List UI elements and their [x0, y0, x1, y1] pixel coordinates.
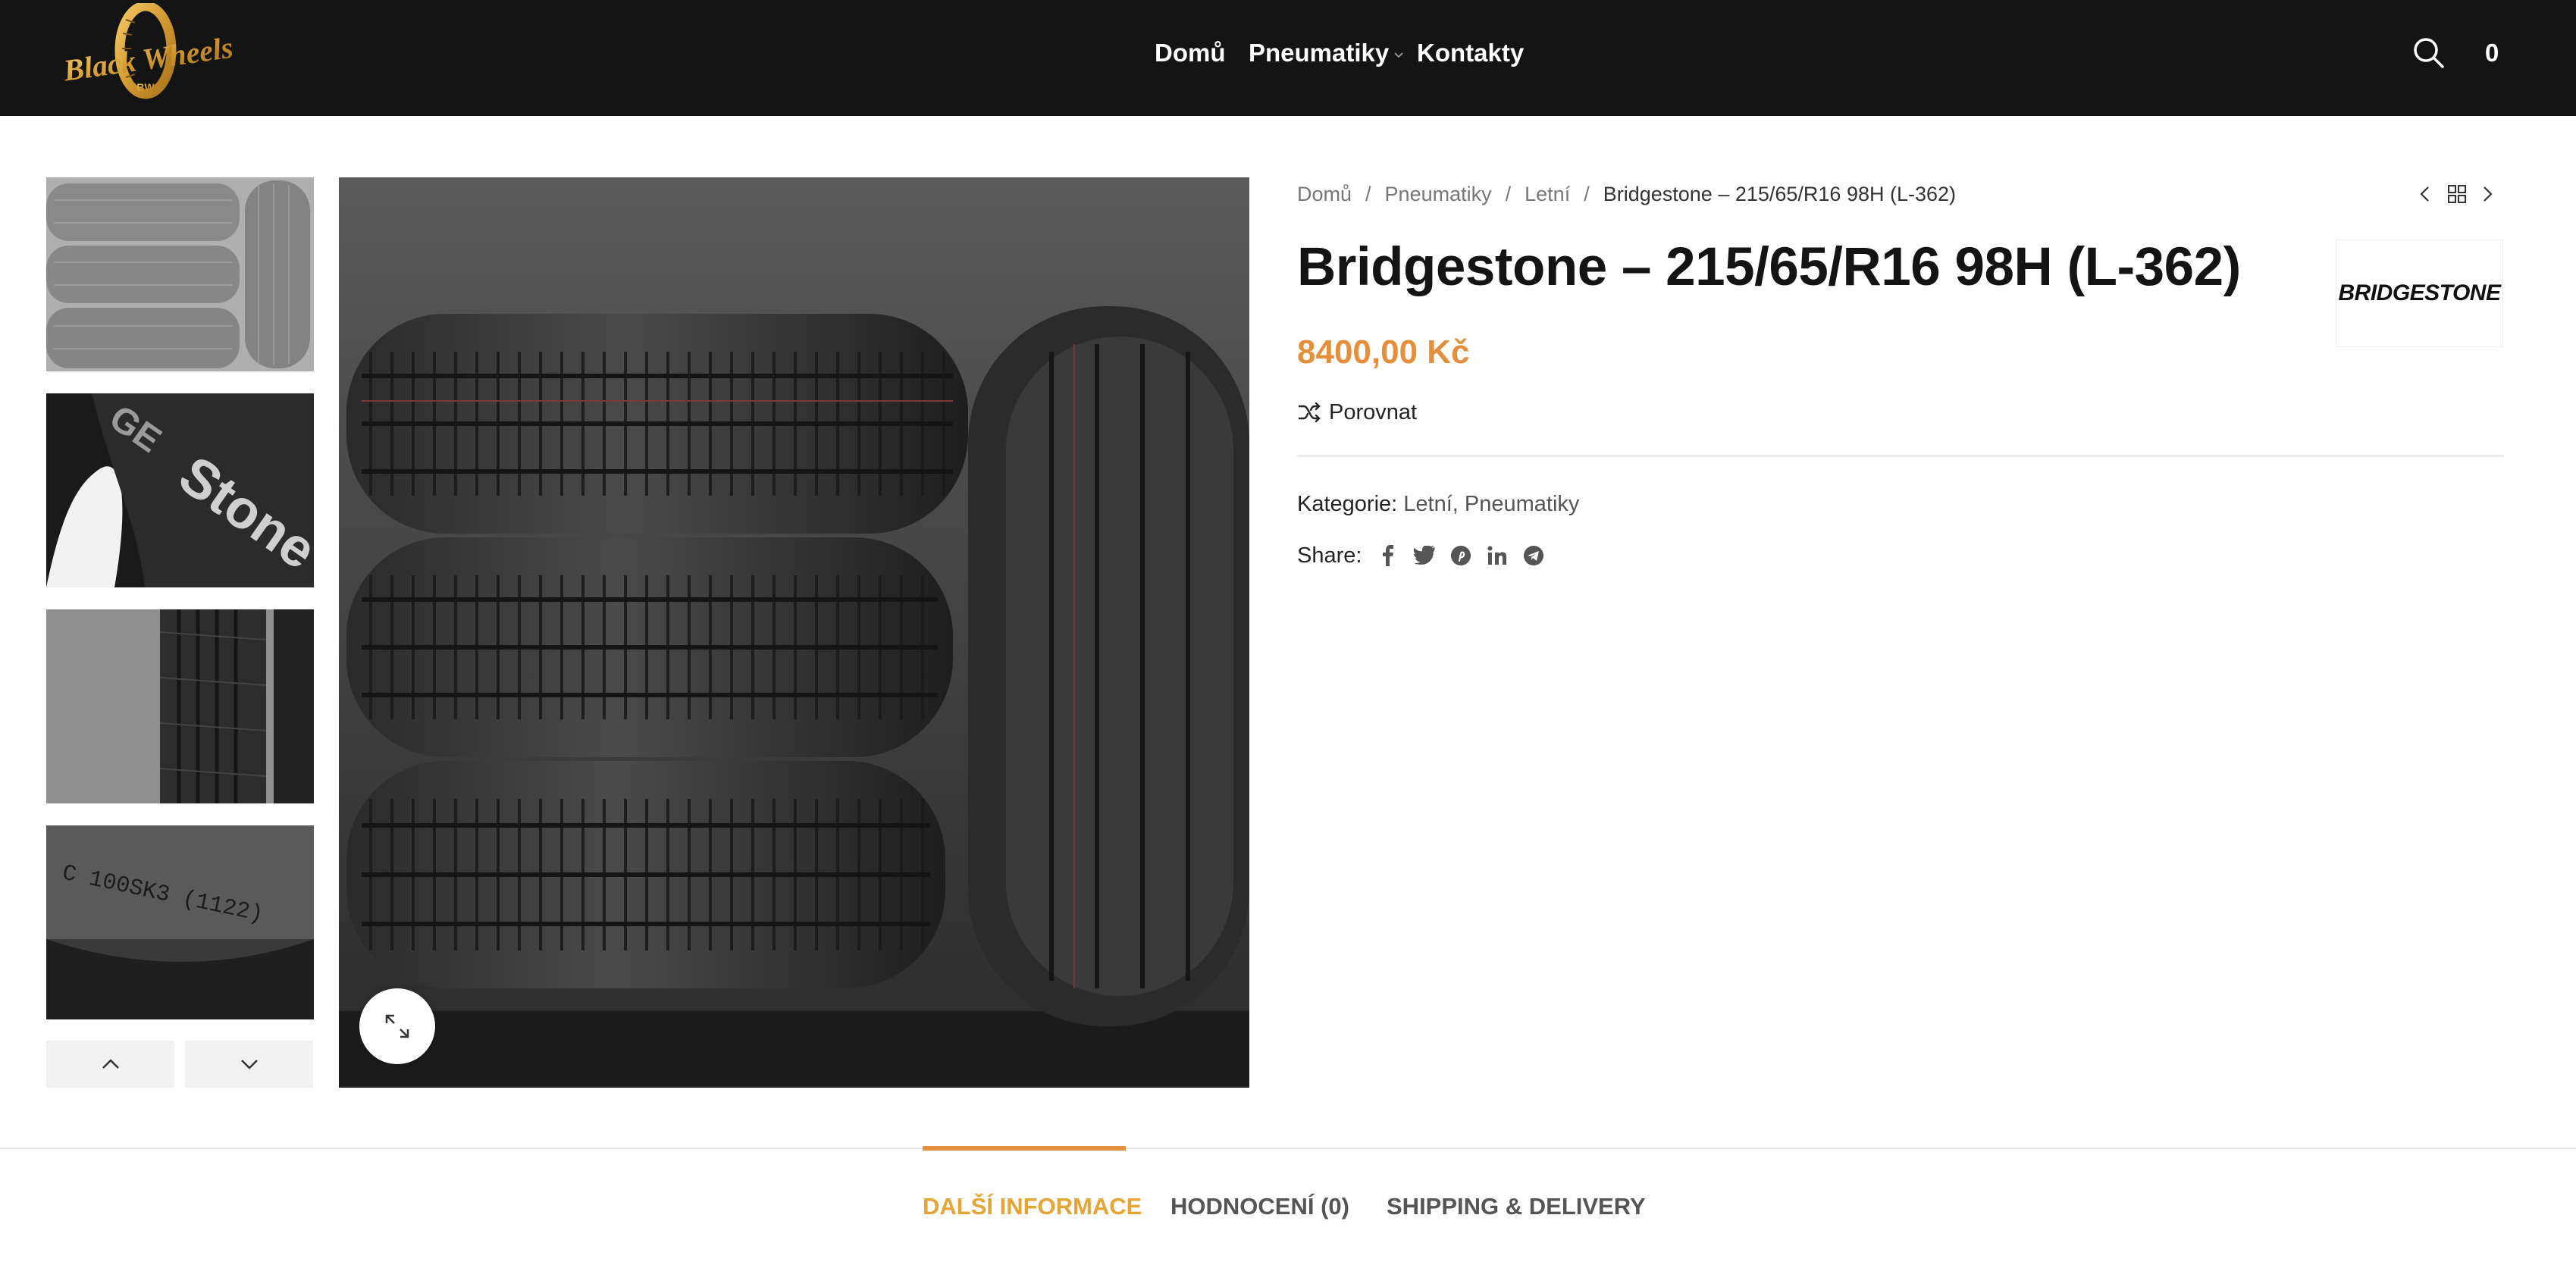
nav-item-tyres[interactable]: Pneumatiky — [1249, 35, 1404, 73]
nav-item-contacts[interactable]: Kontakty — [1417, 35, 1524, 71]
breadcrumb-link-tyres[interactable]: Pneumatiky — [1385, 183, 1492, 205]
breadcrumb-link-home[interactable]: Domů — [1297, 183, 1352, 205]
sidewall-image: Stone GE — [46, 393, 314, 587]
previous-product-button[interactable] — [2410, 179, 2440, 209]
product-main-image[interactable] — [339, 177, 1249, 1088]
linkedin-icon[interactable] — [1484, 543, 1510, 568]
summary-divider — [1297, 455, 2504, 457]
facebook-icon[interactable] — [1375, 543, 1401, 568]
chevron-up-icon — [102, 1059, 119, 1069]
share-row: Share: — [1297, 539, 1547, 572]
breadcrumb: Domů / Pneumatiky / Letní / Bridgestone – 215/… — [1297, 179, 1956, 209]
cart-count[interactable]: 0 — [2485, 35, 2499, 71]
gallery-thumbnail[interactable]: C 100SK3 (1122) — [46, 825, 314, 1019]
chevron-down-icon — [240, 1060, 258, 1069]
tab-additional-info[interactable]: DALŠÍ INFORMACE — [923, 1188, 1142, 1225]
brand-logo-link[interactable]: BRIDGESTONE — [2336, 240, 2503, 347]
dot-code-image: C 100SK3 (1122) — [46, 825, 314, 1019]
chevron-down-icon — [1393, 36, 1404, 73]
breadcrumb-separator: / — [1584, 183, 1590, 205]
chevron-left-icon — [2420, 186, 2429, 202]
breadcrumb-separator: / — [1505, 183, 1512, 205]
compare-label: Porovnat — [1329, 399, 1418, 424]
next-product-button[interactable] — [2472, 179, 2502, 209]
gallery-thumbnail[interactable]: Stone GE — [46, 393, 314, 587]
category-link-tyres[interactable]: Pneumatiky — [1465, 492, 1580, 516]
expand-icon — [385, 1014, 409, 1038]
gallery-thumbnail[interactable] — [46, 177, 314, 371]
product-price: 8400,00 Kč — [1297, 333, 1470, 371]
tyre-photo — [339, 177, 1249, 1088]
tab-shipping-delivery[interactable]: SHIPPING & DELIVERY — [1387, 1188, 1646, 1225]
category-separator: , — [1452, 492, 1459, 516]
search-icon[interactable] — [2411, 35, 2447, 71]
breadcrumb-current: Bridgestone – 215/65/R16 98H (L-362) — [1603, 183, 1957, 205]
gallery-scroll-down-button[interactable] — [185, 1041, 313, 1088]
twitter-icon[interactable] — [1412, 543, 1437, 568]
breadcrumb-separator: / — [1365, 183, 1371, 205]
share-label: Share: — [1297, 543, 1362, 568]
tread-closeup-image — [46, 609, 314, 803]
grid-icon — [2448, 185, 2466, 203]
nav-item-tyres-label: Pneumatiky — [1249, 39, 1390, 67]
compare-button[interactable]: Porovnat — [1297, 396, 1417, 429]
chevron-right-icon — [2484, 186, 2493, 202]
brand-logo: BRIDGESTONE — [2338, 280, 2501, 305]
shuffle-icon — [1298, 402, 1321, 423]
categories-label: Kategorie: — [1297, 492, 1398, 516]
gallery-scroll-up-button[interactable] — [46, 1041, 174, 1088]
tyre-stack-image — [46, 177, 314, 371]
nav-item-home[interactable]: Domů — [1155, 35, 1226, 71]
telegram-icon[interactable] — [1521, 543, 1547, 568]
pinterest-icon[interactable] — [1448, 543, 1474, 568]
product-categories: Kategorie: Letní, Pneumatiky — [1297, 487, 1579, 521]
gallery-thumbnail[interactable] — [46, 609, 314, 803]
active-tab-indicator — [923, 1146, 1126, 1151]
category-link-summer[interactable]: Letní — [1403, 492, 1453, 516]
back-to-shop-button[interactable] — [2442, 179, 2472, 209]
tab-reviews[interactable]: HODNOCENÍ (0) — [1170, 1188, 1349, 1225]
zoom-image-button[interactable] — [359, 988, 435, 1064]
tabs-divider — [0, 1148, 2576, 1149]
site-header: Black Wheels BW Domů Pneumatiky Kontakty… — [0, 0, 2576, 116]
product-title: Bridgestone – 215/65/R16 98H (L-362) — [1297, 237, 2241, 297]
breadcrumb-link-summer[interactable]: Letní — [1525, 183, 1570, 205]
main-nav: Domů Pneumatiky Kontakty — [0, 0, 2576, 106]
